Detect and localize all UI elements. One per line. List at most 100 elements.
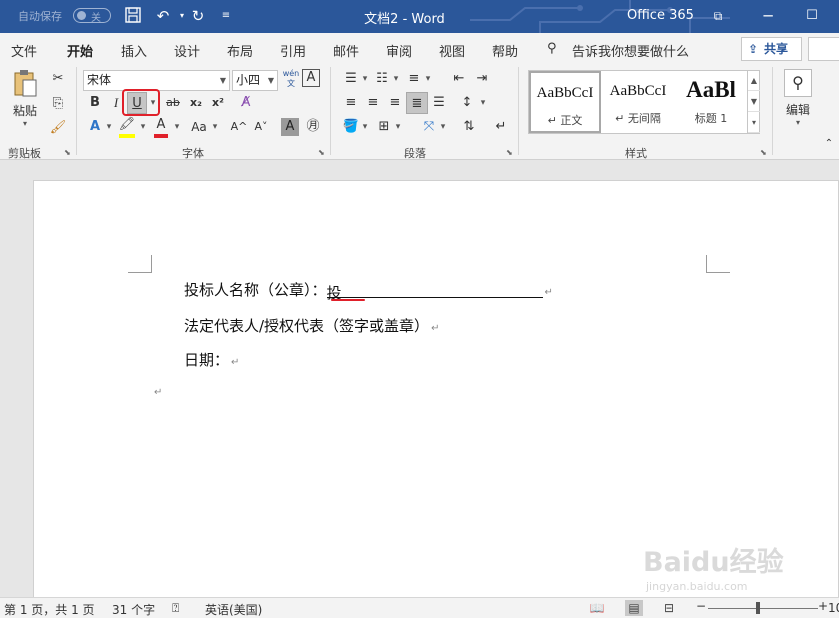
multilevel-dropdown-icon[interactable]: ▾ bbox=[423, 68, 433, 90]
bold-button[interactable]: B bbox=[84, 92, 106, 114]
grow-font-button[interactable]: A^ bbox=[228, 116, 250, 138]
underline-field[interactable]: 投 bbox=[326, 282, 543, 302]
tell-me-input[interactable]: 告诉我你想要做什么 bbox=[572, 41, 689, 60]
phonetic-guide-icon[interactable]: wén 文 bbox=[280, 69, 302, 91]
style-no-spacing[interactable]: AaBbCcI ↵ 无间隔 bbox=[602, 71, 674, 133]
language[interactable]: 英语(美国) bbox=[205, 601, 262, 618]
change-case-dropdown-icon[interactable]: ▾ bbox=[210, 116, 220, 138]
enclose-characters-icon[interactable]: A bbox=[302, 69, 320, 87]
font-name-combo[interactable]: 宋体 ▼ bbox=[83, 70, 230, 91]
numbering-dropdown-icon[interactable]: ▾ bbox=[391, 68, 401, 90]
maximize-icon[interactable]: ☐ bbox=[802, 6, 822, 26]
character-shading-button[interactable]: A bbox=[281, 118, 299, 136]
enclose-char-icon[interactable]: ㊊ bbox=[302, 116, 324, 138]
tab-review[interactable]: 审阅 bbox=[386, 41, 412, 60]
font-color-dropdown-icon[interactable]: ▾ bbox=[172, 116, 182, 138]
strikethrough-button[interactable]: ab bbox=[162, 92, 184, 114]
ribbon-display-options-icon[interactable]: ⧉ bbox=[708, 6, 728, 26]
doc-line-bidder-name[interactable]: 投标人名称（公章）：投 ↵ bbox=[184, 279, 553, 302]
zoom-level[interactable]: 10 bbox=[828, 601, 839, 615]
align-left-icon[interactable]: ≡ bbox=[340, 92, 362, 114]
ribbon: 粘贴 ▾ ✂ ⎘ 🖌 剪贴板 ⬊ 宋体 ▼ 小四 ▼ wén 文 A B I U … bbox=[0, 63, 839, 160]
font-color-icon[interactable]: A bbox=[150, 114, 172, 136]
tab-home[interactable]: 开始 bbox=[67, 41, 94, 67]
scroll-down-icon[interactable]: ▼ bbox=[748, 91, 760, 112]
show-marks-icon[interactable]: ↵ bbox=[490, 116, 512, 138]
styles-scroll: ▲ ▼ ▾ bbox=[747, 70, 760, 134]
page-info[interactable]: 第 1 页，共 1 页 bbox=[4, 601, 95, 618]
text-effects-dropdown-icon[interactable]: ▾ bbox=[104, 116, 114, 138]
bullets-dropdown-icon[interactable]: ▾ bbox=[360, 68, 370, 90]
read-mode-icon[interactable]: 📖 bbox=[588, 600, 606, 616]
copy-icon[interactable]: ⎘ bbox=[47, 93, 69, 115]
editing-button[interactable]: ⚲ 编辑 ▾ bbox=[782, 69, 814, 133]
tell-me-search-icon[interactable]: ⚲ bbox=[547, 41, 557, 56]
highlight-color-icon[interactable]: 🖍 bbox=[116, 114, 138, 136]
tab-design[interactable]: 设计 bbox=[174, 41, 200, 60]
multilevel-list-icon[interactable]: ≡ bbox=[403, 68, 425, 90]
tab-layout[interactable]: 布局 bbox=[227, 41, 253, 60]
numbering-icon[interactable]: ☷ bbox=[371, 68, 393, 90]
doc-line-date[interactable]: 日期： ↵ bbox=[184, 349, 239, 370]
tab-file[interactable]: 文件 bbox=[11, 41, 37, 60]
borders-dropdown-icon[interactable]: ▾ bbox=[393, 116, 403, 138]
zoom-out-icon[interactable]: − bbox=[696, 599, 706, 613]
tab-references[interactable]: 引用 bbox=[280, 41, 306, 60]
line-spacing-icon[interactable]: ↕ bbox=[456, 92, 478, 114]
chinese-layout-icon[interactable]: ⤧ bbox=[418, 116, 440, 138]
collapse-ribbon-icon[interactable]: ⌃ bbox=[818, 133, 839, 155]
justify-icon[interactable]: ≣ bbox=[406, 92, 428, 114]
more-styles-icon[interactable]: ▾ bbox=[748, 112, 760, 133]
shading-dropdown-icon[interactable]: ▾ bbox=[360, 116, 370, 138]
highlight-dropdown-icon[interactable]: ▾ bbox=[138, 116, 148, 138]
tab-mailings[interactable]: 邮件 bbox=[333, 41, 359, 60]
doc-empty-paragraph[interactable]: ↵ bbox=[152, 381, 162, 399]
share-button[interactable]: ⇪ 共享 bbox=[741, 37, 802, 61]
shrink-font-button[interactable]: A˅ bbox=[250, 116, 272, 138]
subscript-button[interactable]: x₂ bbox=[185, 92, 207, 114]
sort-icon[interactable]: ⇅ bbox=[458, 116, 480, 138]
document-canvas[interactable]: 投标人名称（公章）：投 ↵ 法定代表人/授权代表（签字或盖章） ↵ 日期： ↵ ↵ bbox=[0, 161, 839, 600]
cut-icon[interactable]: ✂ bbox=[47, 68, 69, 90]
proofing-icon[interactable]: ⍰ bbox=[172, 601, 179, 616]
style-normal[interactable]: AaBbCcI ↵ 正文 bbox=[529, 71, 601, 133]
line-spacing-dropdown-icon[interactable]: ▾ bbox=[478, 92, 488, 114]
paragraph-mark: ↵ bbox=[544, 287, 553, 298]
shading-icon[interactable]: 🪣 bbox=[340, 116, 362, 138]
zoom-in-icon[interactable]: + bbox=[818, 599, 828, 613]
tab-insert[interactable]: 插入 bbox=[121, 41, 147, 60]
clipboard-launcher-icon[interactable]: ⬊ bbox=[64, 148, 71, 157]
chinese-layout-dropdown-icon[interactable]: ▾ bbox=[438, 116, 448, 138]
document-page[interactable]: 投标人名称（公章）：投 ↵ 法定代表人/授权代表（签字或盖章） ↵ 日期： ↵ ↵ bbox=[33, 180, 839, 600]
align-center-icon[interactable]: ≡ bbox=[362, 92, 384, 114]
font-size-combo[interactable]: 小四 ▼ bbox=[232, 70, 278, 91]
font-launcher-icon[interactable]: ⬊ bbox=[318, 148, 325, 157]
zoom-slider[interactable] bbox=[708, 608, 818, 609]
doc-line-legal-rep[interactable]: 法定代表人/授权代表（签字或盖章） ↵ bbox=[184, 315, 439, 336]
styles-launcher-icon[interactable]: ⬊ bbox=[760, 148, 767, 157]
minimize-icon[interactable]: ─ bbox=[758, 6, 778, 26]
decrease-indent-icon[interactable]: ⇤ bbox=[448, 68, 470, 90]
paragraph-launcher-icon[interactable]: ⬊ bbox=[506, 148, 513, 157]
bullets-icon[interactable]: ☰ bbox=[340, 68, 362, 90]
tab-view[interactable]: 视图 bbox=[439, 41, 465, 60]
word-count[interactable]: 31 个字 bbox=[112, 601, 155, 618]
style-heading-1[interactable]: AaBl 标题 1 bbox=[675, 71, 747, 133]
text-effects-icon[interactable]: A bbox=[84, 116, 106, 138]
print-layout-icon[interactable]: ▤ bbox=[625, 600, 643, 616]
change-case-button[interactable]: Aa bbox=[186, 116, 212, 138]
distributed-icon[interactable]: ☰ bbox=[428, 92, 450, 114]
align-right-icon[interactable]: ≡ bbox=[384, 92, 406, 114]
font-color-swatch bbox=[154, 134, 168, 138]
paste-button[interactable]: 粘贴 ▾ bbox=[10, 69, 40, 129]
clear-formatting-icon[interactable]: A̸ bbox=[235, 92, 257, 114]
web-layout-icon[interactable]: ⊟ bbox=[660, 600, 678, 616]
borders-icon[interactable]: ⊞ bbox=[373, 116, 395, 138]
zoom-slider-thumb[interactable] bbox=[756, 602, 760, 614]
superscript-button[interactable]: x² bbox=[207, 92, 229, 114]
format-painter-icon[interactable]: 🖌 bbox=[47, 117, 69, 139]
tab-help[interactable]: 帮助 bbox=[492, 41, 518, 60]
comments-button[interactable] bbox=[808, 37, 839, 61]
increase-indent-icon[interactable]: ⇥ bbox=[471, 68, 493, 90]
scroll-up-icon[interactable]: ▲ bbox=[748, 70, 760, 91]
